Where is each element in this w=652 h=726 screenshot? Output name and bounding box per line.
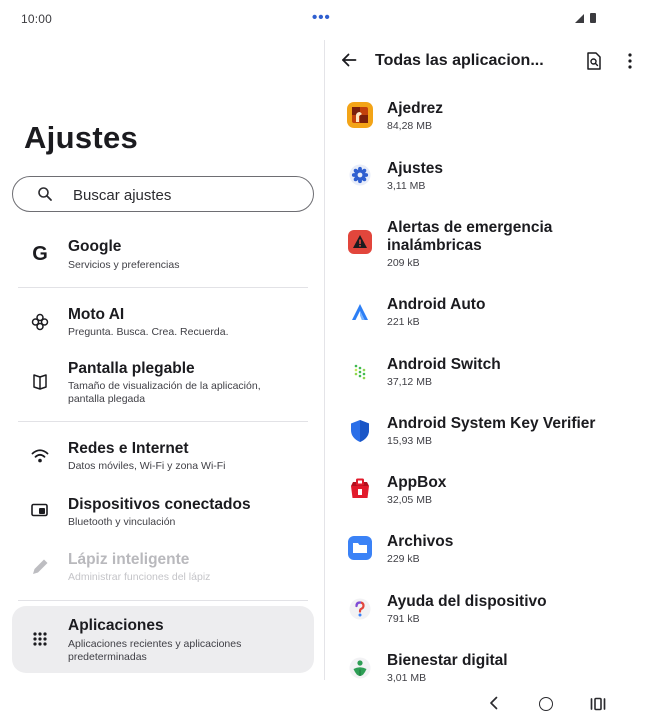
app-size: 209 kB [387,257,420,269]
app-size: 3,01 MB [387,672,427,684]
app-row-ayuda[interactable]: Ayuda del dispositivo 791 kB [325,593,652,629]
app-size: 229 kB [387,553,420,565]
section-divider [18,421,308,422]
chess-app-icon [347,102,373,128]
settings-item-subtitle: Bluetooth y vinculación [68,516,176,528]
settings-gear-icon [347,162,373,188]
search-placeholder: Buscar ajustes [73,187,172,204]
android-auto-icon [347,299,373,325]
app-name: Android Auto [387,296,486,313]
search-input[interactable]: Buscar ajustes [12,176,314,212]
search-icon [38,187,52,201]
shield-icon [347,418,373,444]
settings-item-title: Dispositivos conectados [68,496,251,513]
app-name: Ajustes [387,160,443,177]
settings-item-subtitle: Administrar funciones del lápiz [68,571,211,583]
connected-devices-icon [28,498,52,522]
question-icon [347,596,373,622]
app-size: 37,12 MB [387,376,432,388]
app-row-appbox[interactable]: AppBox 32,05 MB [325,474,652,510]
settings-item-title: Lápiz inteligente [68,551,190,568]
app-row-key-verifier[interactable]: Android System Key Verifier 15,93 MB [325,415,652,451]
document-search-icon[interactable] [587,52,601,70]
settings-item-title: Redes e Internet [68,440,189,457]
digital-wellbeing-icon [347,655,373,681]
wifi-icon [28,444,52,468]
status-time: 10:00 [21,12,53,26]
app-name: Archivos [387,533,454,550]
page-title: Ajustes [24,120,139,155]
settings-item-foldable-display[interactable]: Pantalla plegable Tamaño de visualizació… [18,356,308,412]
app-size: 791 kB [387,613,420,625]
app-name: Android Switch [387,356,501,373]
multiwindow-indicator[interactable]: ••• [312,9,331,26]
nav-home-icon[interactable] [539,697,553,711]
app-row-alertas-emergencia[interactable]: Alertas de emergencia inalámbricas 209 k… [325,219,652,273]
app-size: 84,28 MB [387,120,432,132]
settings-item-smart-pen: Lápiz inteligente Administrar funciones … [18,546,308,590]
app-size: 221 kB [387,316,420,328]
settings-item-subtitle: Aplicaciones recientes y aplicaciones pr… [68,638,242,663]
apps-header: Todas las aplicacion... [325,40,652,82]
apps-grid-icon [28,627,52,651]
settings-item-title: Google [68,238,122,255]
android-switch-icon [347,359,373,385]
nav-recents-icon[interactable] [590,697,606,711]
settings-item-apps[interactable]: Aplicaciones Aplicaciones recientes y ap… [12,606,314,673]
emergency-alert-icon [347,229,373,255]
section-divider [18,287,308,288]
app-row-ajustes[interactable]: Ajustes 3,11 MB [325,160,652,196]
app-name: AppBox [387,474,447,491]
settings-item-title: Pantalla plegable [68,360,195,377]
settings-item-subtitle: Servicios y preferencias [68,259,180,271]
signal-icon [575,14,584,23]
settings-item-subtitle: Tamaño de visualización de la aplicación… [68,380,261,405]
app-name: Ayuda del dispositivo [387,593,547,610]
folder-icon [347,535,373,561]
apps-header-title: Todas las aplicacion... [375,52,544,69]
moto-ai-icon [28,310,52,334]
settings-item-subtitle: Datos móviles, Wi-Fi y zona Wi-Fi [68,460,226,472]
appbox-icon [347,476,373,502]
nav-back-icon[interactable] [488,696,500,710]
app-name: Alertas de emergencia inalámbricas [387,219,553,254]
app-row-archivos[interactable]: Archivos 229 kB [325,533,652,569]
settings-item-connected-devices[interactable]: Dispositivos conectados Bluetooth y vinc… [18,490,308,534]
app-name: Bienestar digital [387,652,508,669]
app-name: Ajedrez [387,100,443,117]
settings-item-subtitle: Pregunta. Busca. Crea. Recuerda. [68,326,229,338]
back-arrow-icon[interactable] [341,52,357,68]
app-row-android-auto[interactable]: Android Auto 221 kB [325,296,652,332]
battery-icon [590,13,596,23]
foldable-display-icon [28,370,52,394]
settings-item-moto-ai[interactable]: Moto AI Pregunta. Busca. Crea. Recuerda. [18,302,308,346]
settings-item-title: Moto AI [68,306,125,323]
status-icons [575,12,605,26]
app-row-ajedrez[interactable]: Ajedrez 84,28 MB [325,100,652,136]
pen-icon [28,555,52,579]
settings-item-google[interactable]: G Google Servicios y preferencias [18,234,308,278]
app-row-android-switch[interactable]: Android Switch 37,12 MB [325,356,652,392]
google-g-icon: G [32,242,48,265]
app-name: Android System Key Verifier [387,415,596,432]
settings-item-network[interactable]: Redes e Internet Datos móviles, Wi-Fi y … [18,436,308,480]
status-bar: 10:00 ••• [0,0,652,38]
app-size: 32,05 MB [387,494,432,506]
app-size: 15,93 MB [387,435,432,447]
section-divider [18,600,308,601]
more-options-icon[interactable] [628,53,632,69]
app-size: 3,11 MB [387,180,426,192]
settings-item-title: Aplicaciones [68,617,164,634]
app-row-bienestar[interactable]: Bienestar digital 3,01 MB [325,652,652,688]
